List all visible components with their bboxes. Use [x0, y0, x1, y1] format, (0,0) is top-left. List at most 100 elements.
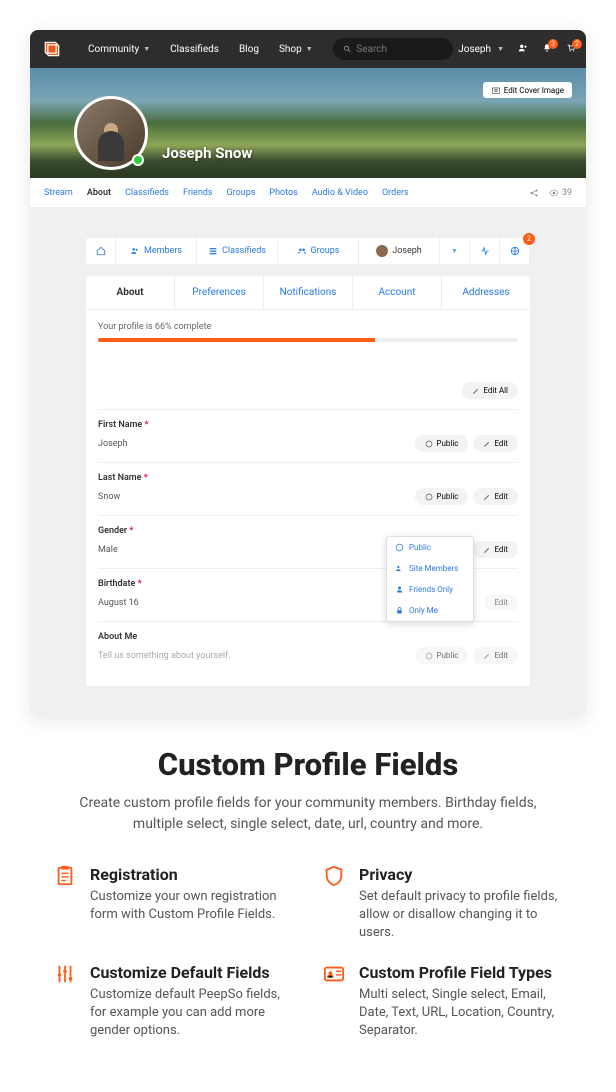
- marketing-section: Custom Profile Fields Create custom prof…: [30, 716, 586, 1050]
- section-tab-addresses[interactable]: Addresses: [442, 276, 530, 309]
- section-tab-notifications[interactable]: Notifications: [264, 276, 353, 309]
- privacy-option-onlyme[interactable]: Only Me: [387, 600, 473, 621]
- camera-icon: [491, 85, 501, 95]
- feature-desc: Set default privacy to profile fields, a…: [359, 888, 562, 943]
- pencil-icon: [483, 652, 491, 660]
- tab-audio-video[interactable]: Audio & Video: [312, 188, 368, 198]
- logo-icon: [42, 39, 62, 59]
- toolbar-user[interactable]: Joseph: [359, 238, 440, 264]
- toolbar-dropdown[interactable]: ▼: [440, 238, 470, 264]
- feature-registration: RegistrationCustomize your own registrat…: [54, 865, 293, 943]
- cover-photo: Edit Cover Image Joseph Snow: [30, 68, 586, 178]
- field-value: Tell us something about yourself.: [98, 651, 415, 661]
- toolbar-home[interactable]: [86, 238, 116, 264]
- edit-all-button[interactable]: Edit All: [462, 382, 518, 399]
- search-box[interactable]: [333, 38, 453, 60]
- globe-icon: [510, 246, 520, 256]
- feature-field-types: Custom Profile Field TypesMulti select, …: [323, 963, 562, 1041]
- feature-title: Customize Default Fields: [90, 963, 293, 982]
- section-tab-about[interactable]: About: [86, 276, 175, 309]
- tab-stream[interactable]: Stream: [44, 188, 73, 198]
- content-area: Members Classifieds Groups Joseph ▼ 2 Ab…: [30, 208, 586, 716]
- privacy-option-friends[interactable]: Friends Only: [387, 579, 473, 600]
- chevron-down-icon: ▼: [306, 45, 313, 53]
- section-tabs: About Preferences Notifications Account …: [86, 276, 530, 310]
- edit-button[interactable]: Edit: [473, 541, 518, 558]
- id-card-icon: [323, 963, 347, 1041]
- nav-classifieds[interactable]: Classifieds: [160, 30, 229, 68]
- add-user-button[interactable]: [518, 43, 528, 56]
- feature-desc: Customize default PeepSo fields, for exa…: [90, 986, 293, 1041]
- edit-button[interactable]: Edit: [484, 594, 518, 611]
- toolbar-members[interactable]: Members: [116, 238, 197, 264]
- cart-button[interactable]: 2: [566, 43, 576, 56]
- chevron-down-icon: ▼: [143, 45, 150, 53]
- shield-icon: [323, 865, 347, 943]
- feature-privacy: Privacy Set default privacy to profile fi…: [323, 865, 562, 943]
- user-plus-icon: [518, 43, 528, 53]
- edit-cover-button[interactable]: Edit Cover Image: [483, 82, 572, 98]
- nav-shop[interactable]: Shop▼: [269, 30, 323, 68]
- site-logo[interactable]: [40, 37, 64, 61]
- tab-about[interactable]: About: [87, 188, 111, 198]
- cart-badge: 2: [572, 39, 582, 49]
- toolbar-groups[interactable]: Groups: [278, 238, 359, 264]
- profile-avatar[interactable]: [74, 96, 148, 170]
- globe-icon: [395, 543, 404, 552]
- feature-title: Privacy: [359, 865, 562, 884]
- privacy-button[interactable]: Public: [415, 488, 468, 505]
- marketing-subtitle: Create custom profile fields for your co…: [54, 793, 562, 835]
- section-tab-preferences[interactable]: Preferences: [175, 276, 264, 309]
- toolbar-classifieds[interactable]: Classifieds: [197, 238, 278, 264]
- toolbar-activity[interactable]: [470, 238, 500, 264]
- feature-title: Custom Profile Field Types: [359, 963, 562, 982]
- clipboard-icon: [54, 865, 78, 943]
- sliders-icon: [54, 963, 78, 1041]
- field-label: About Me: [98, 632, 518, 642]
- app-screenshot: Community▼ Classifieds Blog Shop▼ Joseph…: [30, 30, 586, 716]
- field-first-name: First Name * Joseph Public Edit: [98, 410, 518, 463]
- user-menu[interactable]: Joseph▼: [458, 44, 504, 55]
- tab-classifieds[interactable]: Classifieds: [125, 188, 169, 198]
- profile-name: Joseph Snow: [162, 144, 252, 162]
- privacy-button[interactable]: Public: [415, 647, 468, 664]
- edit-button[interactable]: Edit: [473, 435, 518, 452]
- field-value: Snow: [98, 492, 415, 502]
- feature-title: Registration: [90, 865, 293, 884]
- tab-groups[interactable]: Groups: [227, 188, 256, 198]
- edit-button[interactable]: Edit: [473, 647, 518, 664]
- pencil-icon: [483, 546, 491, 554]
- search-input[interactable]: [356, 44, 442, 55]
- home-icon: [96, 246, 106, 256]
- globe-icon: [425, 493, 433, 501]
- search-icon: [343, 44, 352, 54]
- tab-friends[interactable]: Friends: [183, 188, 213, 198]
- nav-community[interactable]: Community▼: [78, 30, 160, 68]
- field-last-name: Last Name * Snow Public Edit: [98, 463, 518, 516]
- notification-badge: 3: [548, 39, 558, 49]
- online-status-indicator: [132, 154, 144, 166]
- edit-button[interactable]: Edit: [473, 488, 518, 505]
- view-count: 39: [549, 188, 572, 198]
- privacy-dropdown: Public Site Members Friends Only Only Me: [386, 536, 474, 622]
- field-value: Joseph: [98, 439, 415, 449]
- globe-icon: [425, 440, 433, 448]
- activity-icon: [480, 246, 490, 256]
- privacy-button[interactable]: Public: [415, 435, 468, 452]
- users-icon: [395, 564, 404, 573]
- nav-blog[interactable]: Blog: [229, 30, 269, 68]
- share-icon[interactable]: [529, 188, 539, 198]
- privacy-option-public[interactable]: Public: [387, 537, 473, 558]
- pencil-icon: [472, 387, 480, 395]
- tab-photos[interactable]: Photos: [269, 188, 297, 198]
- privacy-option-site[interactable]: Site Members: [387, 558, 473, 579]
- tab-orders[interactable]: Orders: [382, 188, 409, 198]
- notifications-button[interactable]: 3: [542, 43, 552, 56]
- avatar-icon: [376, 245, 388, 257]
- chevron-down-icon: ▼: [451, 247, 458, 255]
- pencil-icon: [483, 440, 491, 448]
- section-tab-account[interactable]: Account: [353, 276, 442, 309]
- marketing-title: Custom Profile Fields: [54, 746, 562, 783]
- feature-customize-defaults: Customize Default Fields Customize defaul…: [54, 963, 293, 1041]
- progress-text: Your profile is 66% complete: [98, 322, 518, 332]
